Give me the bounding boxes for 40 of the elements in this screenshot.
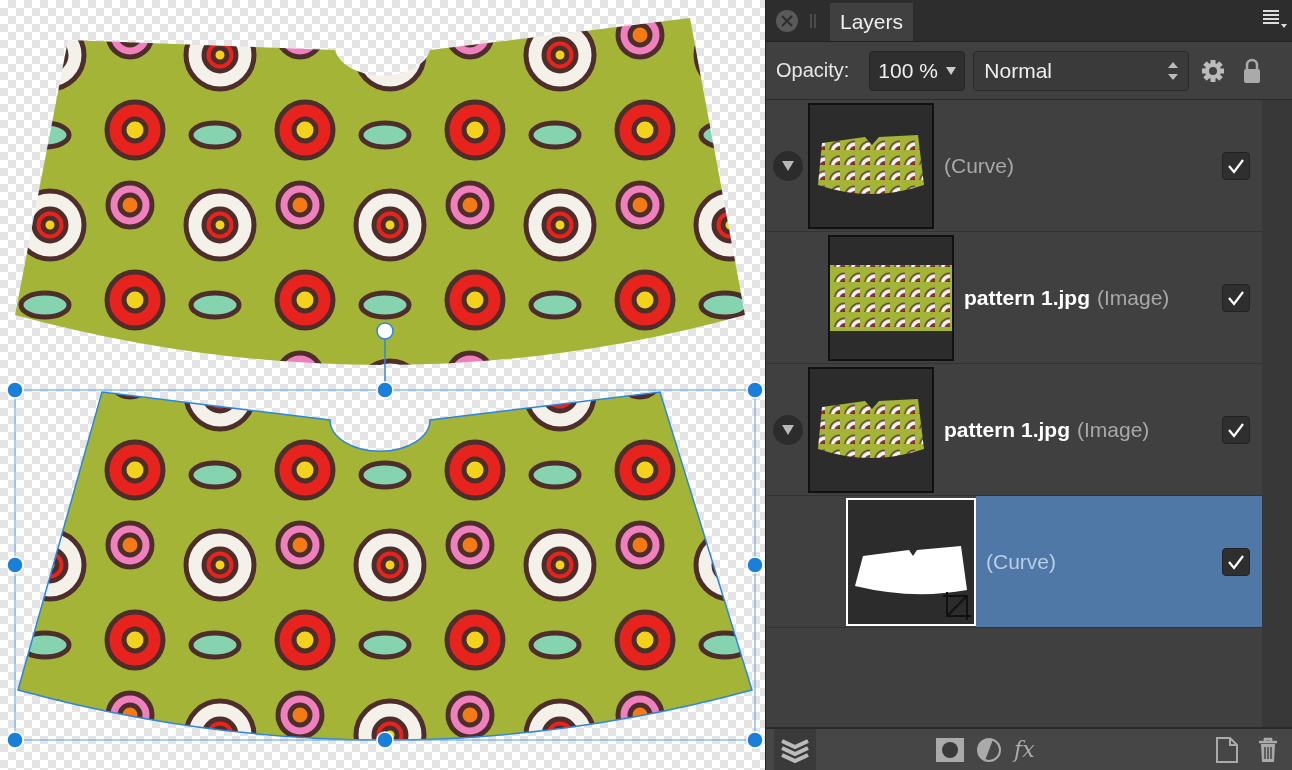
layer-type: (Image) [1097, 285, 1170, 310]
stepper-arrows-icon [1168, 60, 1179, 81]
new-document-icon[interactable] [1216, 736, 1238, 763]
mask-icon[interactable] [936, 737, 964, 762]
expand-toggle[interactable] [773, 414, 803, 445]
layer-type: (Image) [1077, 417, 1150, 442]
layers-icon[interactable] [774, 729, 816, 770]
triangle-icon [781, 159, 795, 172]
menu-icon[interactable] [1262, 9, 1288, 29]
visibility-checkbox[interactable] [1222, 283, 1250, 312]
layer-row[interactable]: pattern 1.jpg (Image) [766, 232, 1262, 364]
blend-mode-dropdown[interactable]: Normal [973, 50, 1190, 91]
layer-name: pattern 1.jpg [944, 417, 1070, 442]
layer-name: pattern 1.jpg [964, 285, 1090, 310]
crop-icon [942, 590, 972, 621]
layer-row[interactable]: pattern 1.jpg (Image) [766, 364, 1262, 496]
opacity-label: Opacity: [776, 59, 850, 82]
layer-row[interactable]: (Curve) [766, 100, 1262, 232]
mask-shape-icon [855, 545, 967, 594]
caret-icon [946, 66, 957, 75]
expand-toggle[interactable] [773, 150, 803, 181]
trash-icon[interactable] [1258, 736, 1278, 763]
selection-frame[interactable] [6, 322, 764, 749]
triangle-icon [781, 423, 795, 436]
lock-icon[interactable] [1243, 57, 1262, 84]
layers-tab[interactable]: Layers [830, 3, 914, 41]
checkmark-icon [1227, 421, 1245, 438]
checkmark-icon [1227, 289, 1245, 306]
checkmark-icon [1227, 553, 1245, 570]
drag-handle-icon[interactable] [810, 14, 816, 28]
fx-button[interactable]: fx [1014, 737, 1035, 762]
opacity-field[interactable]: 100 % [869, 50, 966, 91]
layer-type: (Curve) [944, 153, 1014, 178]
visibility-checkbox[interactable] [1222, 151, 1250, 180]
settings-icon[interactable] [1201, 58, 1226, 83]
layer-type: (Curve) [986, 549, 1056, 574]
visibility-checkbox[interactable] [1222, 547, 1250, 576]
checkmark-icon [1227, 157, 1245, 174]
visibility-checkbox[interactable] [1222, 415, 1250, 444]
adjustment-icon[interactable] [976, 736, 1002, 763]
